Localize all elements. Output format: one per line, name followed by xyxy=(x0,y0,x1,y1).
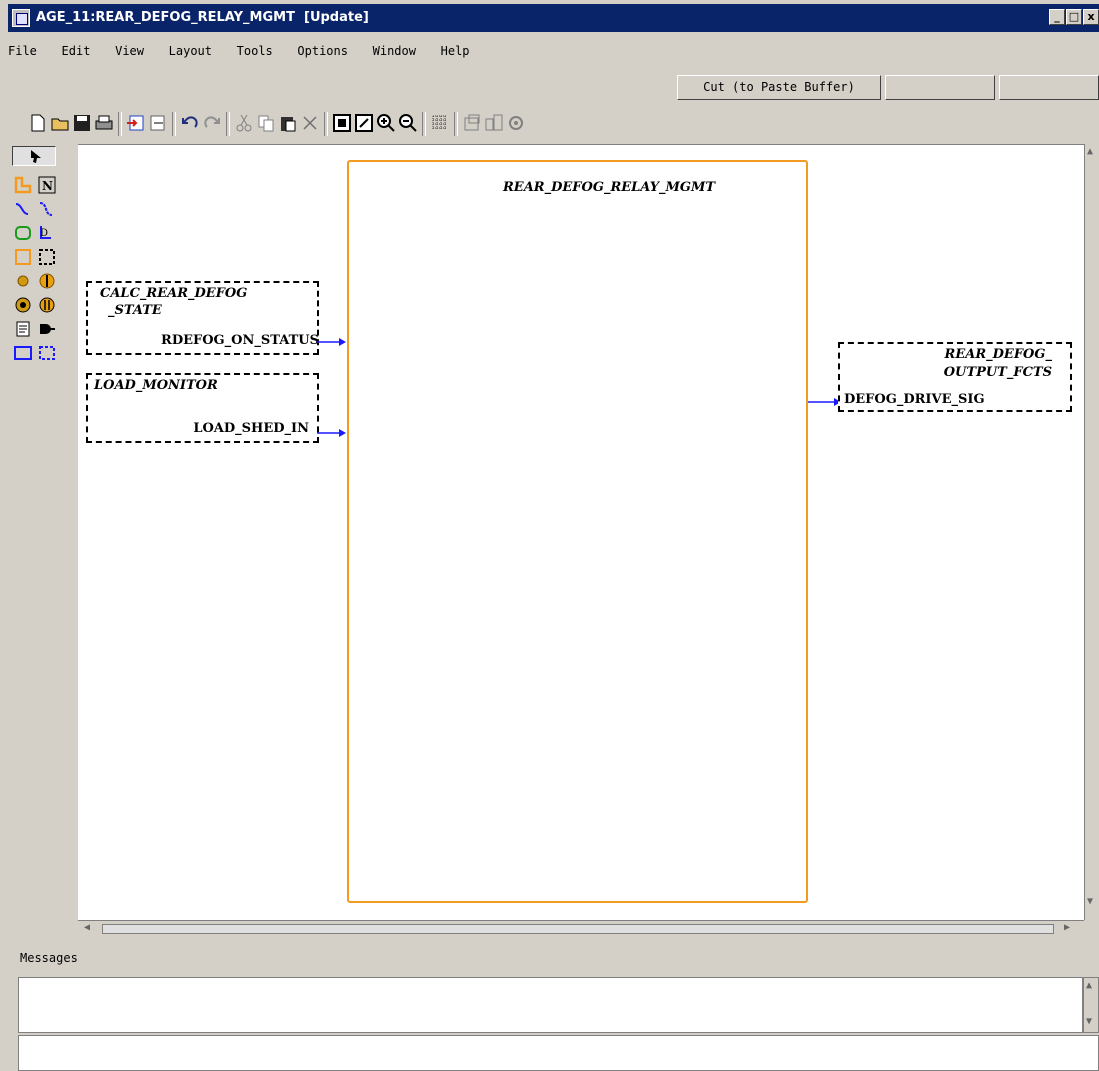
import-icon[interactable] xyxy=(126,113,146,133)
window-title: AGE_11:REAR_DEFOG_RELAY_MGMT [Update] xyxy=(36,10,369,25)
new-icon[interactable] xyxy=(28,113,48,133)
action-button-2[interactable] xyxy=(885,75,995,100)
menu-help[interactable]: Help xyxy=(441,44,470,58)
export-icon[interactable] xyxy=(148,113,168,133)
horizontal-scroll-thumb[interactable] xyxy=(102,924,1054,934)
svg-text:D: D xyxy=(40,228,48,239)
action-button-3[interactable] xyxy=(999,75,1099,100)
port-label: DEFOG_DRIVE_SIG xyxy=(844,392,985,407)
scroll-left-icon[interactable]: ◀ xyxy=(84,922,90,933)
input-block-load-monitor[interactable]: LOAD_MONITOR LOAD_SHED_IN xyxy=(86,373,319,443)
cut-to-paste-buffer-button[interactable]: Cut (to Paste Buffer) xyxy=(677,75,881,100)
cut-icon[interactable] xyxy=(234,113,254,133)
messages-label: Messages xyxy=(20,951,78,965)
print-icon[interactable] xyxy=(94,113,114,133)
transition-tool[interactable]: D xyxy=(38,224,56,242)
close-button[interactable]: x xyxy=(1083,9,1099,25)
vertical-scrollbar[interactable]: ▲ ▼ xyxy=(1084,144,1099,920)
settings-icon[interactable] xyxy=(506,113,526,133)
input-arrow-2 xyxy=(317,429,346,437)
menu-options[interactable]: Options xyxy=(297,44,348,58)
toolbar xyxy=(8,108,1099,140)
toolbar-separator xyxy=(118,112,122,136)
input-block-title: CALC_REAR_DEFOG xyxy=(100,286,248,301)
terminal-tool[interactable] xyxy=(38,296,56,314)
curved-connector-tool[interactable] xyxy=(38,200,56,218)
copy-icon[interactable] xyxy=(256,113,276,133)
port-label: RDEFOG_ON_STATUS xyxy=(161,333,319,348)
redo-icon[interactable] xyxy=(202,113,222,133)
menu-layout[interactable]: Layout xyxy=(169,44,212,58)
dashed-box-tool[interactable] xyxy=(38,248,56,266)
zoom-in-icon[interactable] xyxy=(376,113,396,133)
svg-text:N: N xyxy=(42,179,53,193)
menu-edit[interactable]: Edit xyxy=(62,44,91,58)
messages-scrollbar[interactable]: ▲ ▼ xyxy=(1083,977,1099,1033)
scroll-right-icon[interactable]: ▶ xyxy=(1064,922,1070,933)
horizontal-scrollbar[interactable]: ◀ ▶ xyxy=(78,920,1084,936)
delete-icon[interactable] xyxy=(300,113,320,133)
tool-palette: N D xyxy=(8,144,78,920)
main-block[interactable]: REAR_DEFOG_RELAY_MGMT xyxy=(347,160,808,903)
box-tool[interactable] xyxy=(14,248,32,266)
gate-tool[interactable] xyxy=(38,320,56,338)
toolbar-separator xyxy=(454,112,458,136)
open-icon[interactable] xyxy=(50,113,70,133)
paste-icon[interactable] xyxy=(278,113,298,133)
scroll-up-icon[interactable]: ▲ xyxy=(1087,146,1093,157)
toolbar-separator xyxy=(422,112,426,136)
state-tool[interactable] xyxy=(14,224,32,242)
frame-tool[interactable] xyxy=(14,344,32,362)
title-bar: AGE_11:REAR_DEFOG_RELAY_MGMT [Update] _ … xyxy=(8,4,1099,32)
fit-icon[interactable] xyxy=(332,113,352,133)
messages-box[interactable] xyxy=(18,977,1083,1033)
properties-icon[interactable] xyxy=(462,113,482,133)
note-tool[interactable]: N xyxy=(38,176,56,194)
input-block-calc-rear-defog-state[interactable]: CALC_REAR_DEFOG _STATE RDEFOG_ON_STATUS xyxy=(86,281,319,355)
output-block-rear-defog-output-fcts[interactable]: REAR_DEFOG_ OUTPUT_FCTS DEFOG_DRIVE_SIG xyxy=(838,342,1072,412)
code-tool[interactable] xyxy=(14,320,32,338)
output-block-title-line2: OUTPUT_FCTS xyxy=(943,365,1052,380)
undo-icon[interactable] xyxy=(180,113,200,133)
menu-window[interactable]: Window xyxy=(373,44,416,58)
select-tool[interactable] xyxy=(12,146,56,166)
grid-icon[interactable] xyxy=(430,113,450,133)
menu-view[interactable]: View xyxy=(115,44,144,58)
block-tool[interactable] xyxy=(14,176,32,194)
app-icon xyxy=(12,9,30,27)
input-arrow-1 xyxy=(317,338,346,346)
hierarchy-icon[interactable] xyxy=(484,113,504,133)
toolbar-separator xyxy=(324,112,328,136)
scroll-down-icon[interactable]: ▼ xyxy=(1087,896,1093,907)
minimize-button[interactable]: _ xyxy=(1049,9,1065,25)
toolbar-separator xyxy=(226,112,230,136)
menu-file[interactable]: File xyxy=(8,44,37,58)
main-block-label: REAR_DEFOG_RELAY_MGMT xyxy=(503,180,716,195)
menu-bar: File Edit View Layout Tools Options Wind… xyxy=(8,40,485,64)
port-label: LOAD_SHED_IN xyxy=(193,421,309,436)
output-block-title: REAR_DEFOG_ xyxy=(944,347,1052,362)
save-icon[interactable] xyxy=(72,113,92,133)
toolbar-separator xyxy=(172,112,176,136)
command-line-input[interactable] xyxy=(18,1035,1099,1071)
deep-history-tool[interactable] xyxy=(14,296,32,314)
junction-tool[interactable] xyxy=(14,272,32,290)
messages-scroll-down-icon[interactable]: ▼ xyxy=(1086,1016,1092,1027)
zoom-area-icon[interactable] xyxy=(354,113,374,133)
maximize-button[interactable]: □ xyxy=(1066,9,1082,25)
zoom-out-icon[interactable] xyxy=(398,113,418,133)
history-tool[interactable] xyxy=(38,272,56,290)
input-block-title: LOAD_MONITOR xyxy=(94,378,218,393)
input-block-title-line2: _STATE xyxy=(108,303,162,318)
connector-tool[interactable] xyxy=(14,200,32,218)
messages-scroll-up-icon[interactable]: ▲ xyxy=(1086,980,1092,991)
dashed-frame-tool[interactable] xyxy=(38,344,56,362)
menu-tools[interactable]: Tools xyxy=(237,44,273,58)
